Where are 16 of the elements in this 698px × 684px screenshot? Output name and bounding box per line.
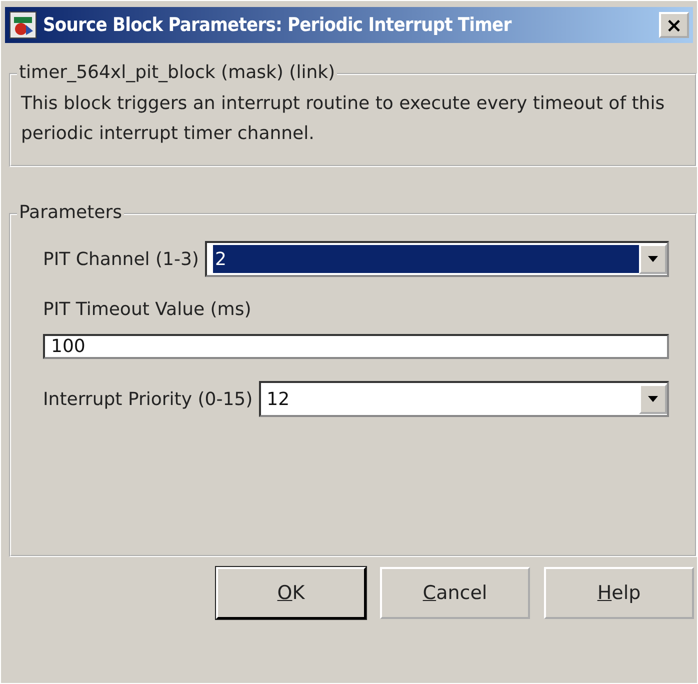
dropdown-arrow-icon (648, 396, 658, 402)
dialog-button[interactable]: Cancel (380, 567, 530, 619)
field-label: PIT Channel (1-3) (43, 248, 199, 270)
dropdown-arrow-icon (648, 256, 658, 262)
close-button[interactable]: × (659, 12, 689, 38)
dialog-button[interactable]: Help (544, 567, 694, 619)
group-legend: timer_564xl_pit_block (mask) (link) (17, 62, 338, 83)
dropdown[interactable]: 2 (204, 241, 669, 277)
dialog-button[interactable]: OK (216, 567, 366, 619)
window-title: Source Block Parameters: Periodic Interrupt Timer (43, 14, 513, 36)
field-label: Interrupt Priority (0-15) (43, 388, 253, 410)
description-text: This block triggers an interrupt routine to execute every timeout of this periodic interrupt timer channel. (20, 92, 666, 146)
field-label: PIT Timeout Value (ms) (43, 299, 252, 320)
app-icon (9, 11, 37, 39)
input-field[interactable]: 100 (43, 334, 669, 359)
dropdown[interactable]: 12 (258, 381, 669, 417)
